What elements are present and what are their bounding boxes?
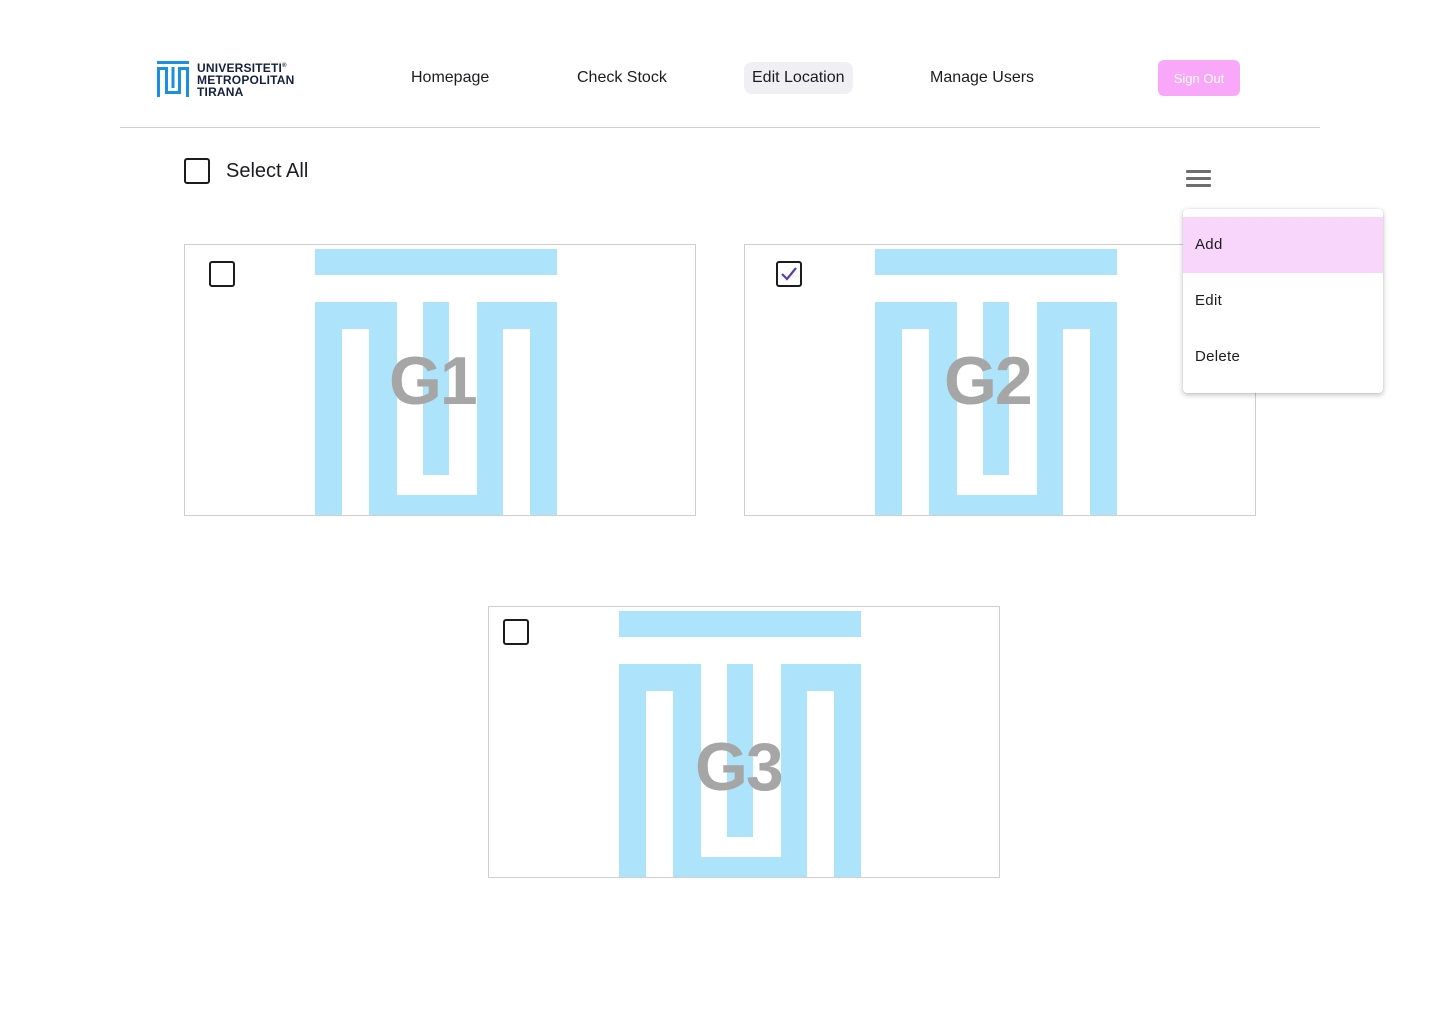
select-all-checkbox[interactable] <box>184 158 210 184</box>
header-divider <box>120 127 1320 128</box>
menu-item-delete[interactable]: Delete <box>1183 329 1383 385</box>
card-title-g1: G1 <box>389 343 478 419</box>
nav-homepage[interactable]: Homepage <box>403 62 497 94</box>
select-all-control[interactable]: Select All <box>184 158 308 184</box>
nav-edit-location[interactable]: Edit Location <box>744 62 853 94</box>
logo-emblem-icon <box>157 61 189 97</box>
logo-line-3: TIRANA <box>197 85 244 99</box>
nav-manage-users[interactable]: Manage Users <box>922 62 1042 94</box>
card-title-g3: G3 <box>695 729 784 805</box>
menu-item-edit[interactable]: Edit <box>1183 273 1383 329</box>
menu-item-add[interactable]: Add <box>1183 217 1383 273</box>
university-logo[interactable]: UNIVERSITETI® METROPOLITAN TIRANA <box>157 60 295 98</box>
location-card-g1[interactable]: G1 <box>184 244 696 516</box>
registered-mark: ® <box>282 63 287 69</box>
location-card-g3[interactable]: G3 <box>488 606 1000 878</box>
select-all-label: Select All <box>226 159 309 182</box>
card-title-g2: G2 <box>944 343 1033 419</box>
checkmark-icon <box>781 267 797 281</box>
card-checkbox-g2[interactable] <box>776 261 802 287</box>
nav-check-stock[interactable]: Check Stock <box>569 62 675 94</box>
logo-wordmark: UNIVERSITETI® METROPOLITAN TIRANA <box>197 60 295 98</box>
hamburger-menu-icon[interactable] <box>1186 168 1212 190</box>
card-checkbox-g3[interactable] <box>503 619 529 645</box>
location-card-g2[interactable]: G2 <box>744 244 1256 516</box>
actions-dropdown-menu: Add Edit Delete <box>1183 209 1383 393</box>
sign-out-button[interactable]: Sign Out <box>1158 60 1240 96</box>
card-checkbox-g1[interactable] <box>209 261 235 287</box>
